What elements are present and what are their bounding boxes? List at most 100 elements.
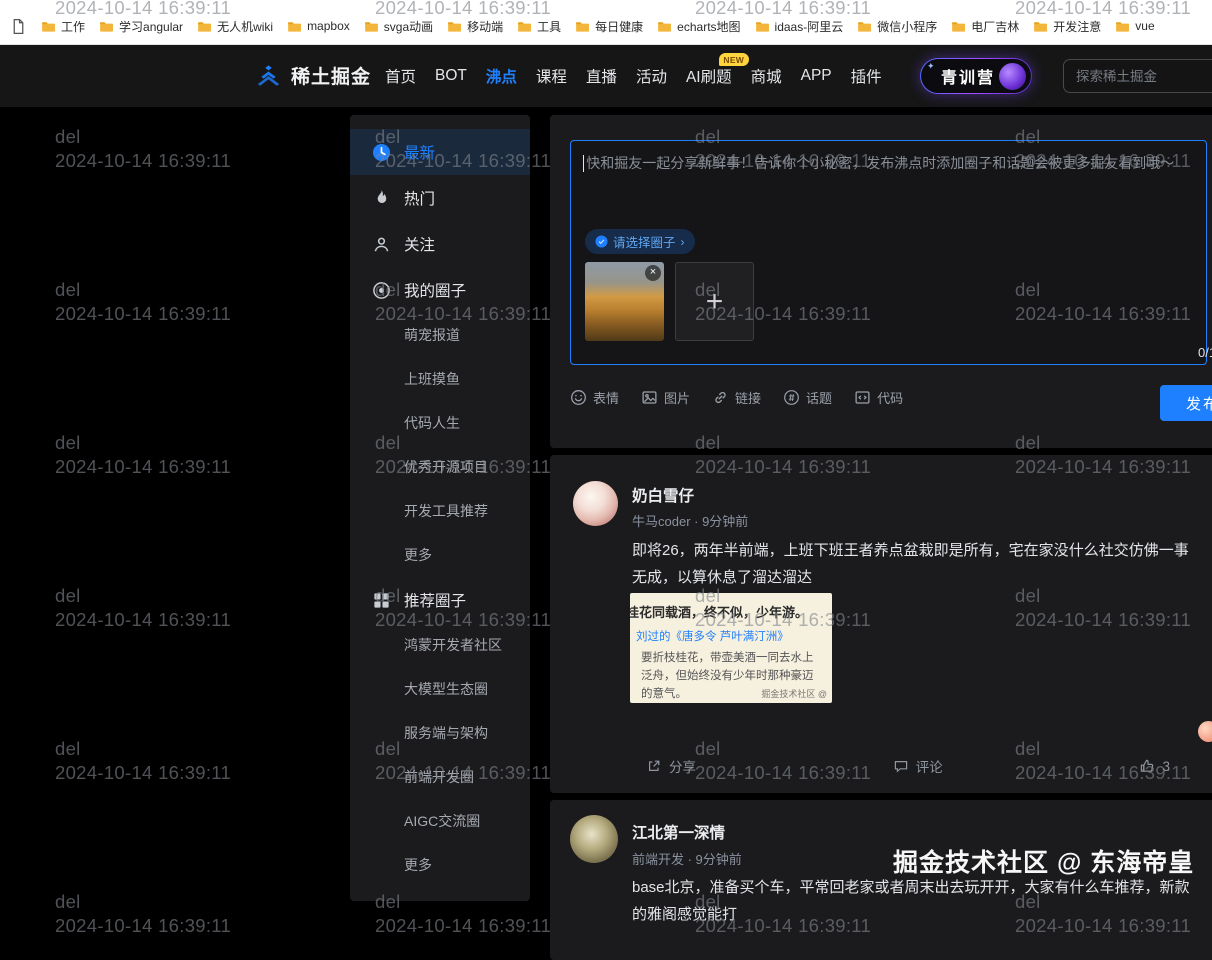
- share-label: 分享: [669, 756, 696, 776]
- composer-toolbar: 表情 图片 链接 话题 代码: [570, 388, 903, 407]
- bookmark-item[interactable]: 工作: [41, 18, 85, 35]
- bookmark-item[interactable]: 学习angular: [99, 18, 183, 35]
- topic-button[interactable]: 话题: [783, 388, 832, 407]
- search-input[interactable]: [1063, 59, 1212, 93]
- my-circles-list: 萌宠报道 上班摸鱼 代码人生 优秀开源项目 开发工具推荐 更多: [350, 313, 530, 577]
- avatar[interactable]: [570, 815, 618, 863]
- comment-button[interactable]: 评论: [893, 756, 943, 776]
- circle-item[interactable]: 上班摸鱼: [350, 357, 530, 401]
- circle-item[interactable]: AIGC交流圈: [350, 799, 530, 843]
- uploaded-image-thumb[interactable]: ×: [585, 262, 664, 341]
- quote-watermark: 掘金技术社区 @: [761, 687, 827, 700]
- clock-icon: [372, 143, 391, 162]
- publish-button[interactable]: 发布: [1160, 385, 1212, 421]
- bookmark-item[interactable]: svga动画: [364, 18, 433, 35]
- quote-title: 欲买桂花同载酒，终不似，少年游。: [630, 602, 821, 621]
- char-counter: 0/1000: [1198, 345, 1212, 360]
- circle-item[interactable]: 大模型生态圈: [350, 667, 530, 711]
- bookmark-item[interactable]: 开发注意: [1033, 18, 1101, 35]
- sidebar-item-latest[interactable]: 最新: [350, 129, 530, 175]
- bookmark-item[interactable]: 每日健康: [575, 18, 643, 35]
- sidebar-item-follow[interactable]: 关注: [350, 221, 530, 267]
- page-icon[interactable]: [10, 18, 27, 35]
- quote-source-link[interactable]: 刘过的《唐多令 芦叶满汀洲》: [636, 628, 821, 644]
- smiley-icon: [570, 389, 587, 406]
- nav-item[interactable]: 插件: [851, 65, 882, 87]
- nav-item-label: AI刷题: [686, 69, 732, 86]
- link-button[interactable]: 链接: [712, 388, 761, 407]
- circle-item[interactable]: 更多: [350, 843, 530, 887]
- circle-item[interactable]: 前端开发圈: [350, 755, 530, 799]
- comment-icon: [893, 758, 909, 774]
- tool-label: 话题: [806, 388, 832, 407]
- target-icon: [372, 281, 391, 300]
- pin-editor[interactable]: 快和掘友一起分享新鲜事！告诉你个小秘密，发布沸点时添加圈子和话题会被更多掘友看到…: [570, 140, 1207, 365]
- bookmark-item[interactable]: 微信小程序: [857, 18, 937, 35]
- bookmark-item[interactable]: 无人机wiki: [197, 18, 273, 35]
- browser-bookmarks-bar: 工作 学习angular 无人机wiki mapbox svga动画: [0, 0, 1212, 45]
- bookmark-item[interactable]: mapbox: [287, 19, 350, 34]
- youth-camp-button[interactable]: ✦ 青训营: [920, 58, 1032, 94]
- bookmark-label: 开发注意: [1053, 18, 1101, 35]
- image-button[interactable]: 图片: [641, 388, 690, 407]
- juejin-logo[interactable]: 稀土掘金: [255, 62, 371, 89]
- nav-item[interactable]: BOT: [435, 67, 467, 85]
- code-button[interactable]: 代码: [854, 388, 903, 407]
- nav-item[interactable]: 首页: [385, 65, 416, 87]
- recommend-circles-list: 鸿蒙开发者社区 大模型生态圈 服务端与架构 前端开发圈 AIGC交流圈 更多: [350, 623, 530, 887]
- avatar[interactable]: [573, 481, 618, 526]
- nav-item-label: 沸点: [486, 69, 517, 86]
- bookmark-item[interactable]: echarts地图: [657, 18, 740, 35]
- post-author[interactable]: 奶白雪仔: [632, 484, 694, 506]
- nav-item[interactable]: 课程: [536, 65, 567, 87]
- circle-item[interactable]: 更多: [350, 533, 530, 577]
- like-button[interactable]: 3: [1139, 756, 1170, 776]
- add-image-button[interactable]: [675, 262, 754, 341]
- nav-item[interactable]: 活动: [636, 65, 667, 87]
- sidebar-item-label: 推荐圈子: [404, 589, 466, 611]
- folder-icon: [1033, 19, 1048, 34]
- folder-icon: [857, 19, 872, 34]
- circle-picker-button[interactable]: 请选择圈子 ›: [585, 229, 695, 254]
- bookmark-label: 无人机wiki: [217, 18, 273, 35]
- pins-sidebar: 最新 热门 关注 我的圈子 萌宠报道 上班摸鱼 代码人生 优秀开源项目 开发工具…: [350, 115, 530, 901]
- emoji-button[interactable]: 表情: [570, 388, 619, 407]
- bookmark-item[interactable]: 移动端: [447, 18, 503, 35]
- top-navbar: 稀土掘金 首页 BOT 沸点 课程 直播: [0, 45, 1212, 107]
- bookmark-item[interactable]: 电厂吉林: [951, 18, 1019, 35]
- sidebar-item-recommend-circles[interactable]: 推荐圈子: [350, 577, 530, 623]
- photo-watermark: 掘金技术社区 @ 东海帝皇: [893, 843, 1194, 879]
- juejin-logo-icon: [255, 63, 282, 88]
- folder-icon: [41, 19, 56, 34]
- circle-item[interactable]: 萌宠报道: [350, 313, 530, 357]
- nav-item[interactable]: 直播: [586, 65, 617, 87]
- circle-item[interactable]: 优秀开源项目: [350, 445, 530, 489]
- bookmark-item[interactable]: idaas-阿里云: [755, 18, 844, 35]
- nav-item[interactable]: APP: [801, 67, 832, 85]
- circle-item[interactable]: 开发工具推荐: [350, 489, 530, 533]
- post-meta: 前端开发 · 9分钟前: [632, 849, 742, 868]
- bookmark-item[interactable]: vue: [1115, 19, 1154, 34]
- bookmark-label: 移动端: [467, 18, 503, 35]
- pin-post: 江北第一深情 前端开发 · 9分钟前 base北京，准备买个车，平常回老家或者周…: [550, 800, 1212, 960]
- sidebar-item-my-circles[interactable]: 我的圈子: [350, 267, 530, 313]
- share-button[interactable]: 分享: [646, 756, 696, 776]
- quote-card[interactable]: 欲买桂花同载酒，终不似，少年游。 刘过的《唐多令 芦叶满汀洲》 要折枝桂花，带壶…: [630, 593, 832, 703]
- folder-icon: [99, 19, 114, 34]
- post-meta: 牛马coder · 9分钟前: [632, 511, 748, 530]
- circle-item[interactable]: 鸿蒙开发者社区: [350, 623, 530, 667]
- bookmark-label: vue: [1135, 19, 1154, 33]
- circle-item[interactable]: 代码人生: [350, 401, 530, 445]
- remove-image-icon[interactable]: ×: [645, 265, 661, 281]
- share-icon: [646, 758, 662, 774]
- bookmark-item[interactable]: 工具: [517, 18, 561, 35]
- youth-camp-label: 青训营: [941, 64, 995, 88]
- nav-item[interactable]: 商城: [751, 65, 782, 87]
- sidebar-item-hot[interactable]: 热门: [350, 175, 530, 221]
- code-icon: [854, 389, 871, 406]
- nav-item[interactable]: AI刷题 NEW: [686, 65, 732, 87]
- post-author[interactable]: 江北第一深情: [632, 821, 725, 843]
- circle-item[interactable]: 服务端与架构: [350, 711, 530, 755]
- editor-placeholder: 快和掘友一起分享新鲜事！告诉你个小秘密，发布沸点时添加圈子和话题会被更多掘友看到…: [583, 153, 1193, 173]
- nav-item[interactable]: 沸点: [486, 65, 517, 87]
